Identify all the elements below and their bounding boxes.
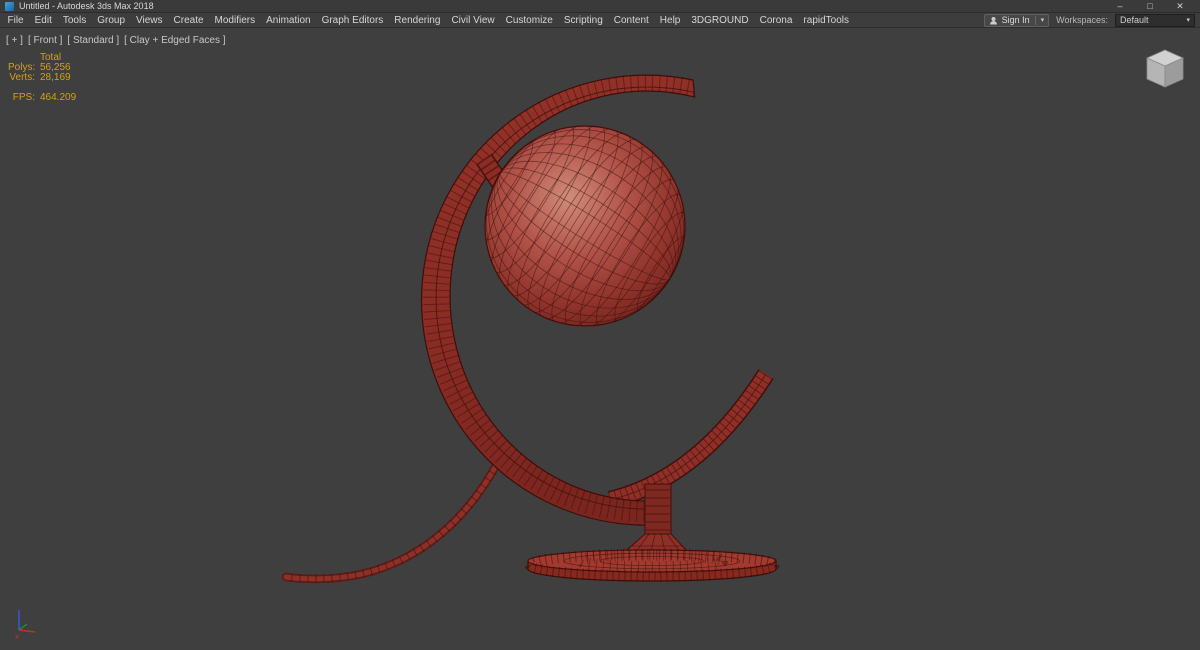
window-controls: – □ ✕	[1105, 0, 1195, 13]
y-axis-icon	[18, 623, 28, 631]
viewport[interactable]: [ + ] [ Front ] [ Standard ] [ Clay + Ed…	[0, 28, 1200, 650]
menu-item-views[interactable]: Views	[131, 13, 169, 28]
viewport-statistics: Total Polys: 56,256 Verts: 28,169 FPS: 4…	[8, 53, 76, 103]
titlebar: Untitled - Autodesk 3ds Max 2018 – □ ✕	[0, 0, 1200, 13]
workspace-selected-value: Default	[1120, 15, 1149, 25]
app-window: Untitled - Autodesk 3ds Max 2018 – □ ✕ F…	[0, 0, 1200, 650]
menu-item-customize[interactable]: Customize	[500, 13, 558, 28]
workspace-select[interactable]: Default ▾	[1115, 13, 1195, 27]
signin-divider	[1034, 15, 1036, 25]
base-stem[interactable]	[644, 483, 672, 537]
3dsmax-app-icon	[5, 1, 14, 11]
viewport-menu-general[interactable]: [ + ]	[6, 35, 23, 46]
menu-item-corona[interactable]: Corona	[754, 13, 798, 28]
minimize-button[interactable]: –	[1105, 0, 1135, 13]
menu-item-help[interactable]: Help	[654, 13, 686, 28]
globe-base[interactable]	[524, 548, 780, 582]
menu-item-group[interactable]: Group	[92, 13, 131, 28]
menubar-right: Sign In ▾ Workspaces: Default ▾	[983, 13, 1200, 27]
chevron-down-icon[interactable]: ▾	[1041, 17, 1045, 24]
viewcube[interactable]	[1136, 44, 1194, 92]
workspaces-label: Workspaces:	[1056, 15, 1108, 25]
chevron-down-icon: ▾	[1186, 16, 1190, 24]
x-axis-icon	[18, 629, 36, 633]
window-title: Untitled - Autodesk 3ds Max 2018	[19, 1, 154, 11]
menu-item-edit[interactable]: Edit	[29, 13, 57, 28]
stats-fps-label: FPS:	[12, 92, 35, 103]
menu-list: File Edit Tools Group Views Create Modif…	[0, 13, 855, 28]
menu-item-file[interactable]: File	[2, 13, 29, 28]
x-axis-label: x	[15, 632, 19, 641]
menubar: File Edit Tools Group Views Create Modif…	[0, 13, 1200, 28]
menu-item-create[interactable]: Create	[168, 13, 209, 28]
viewport-menu-style[interactable]: [ Clay + Edged Faces ]	[124, 35, 225, 46]
stats-fps-value: 464.209	[40, 92, 77, 103]
menu-item-modifiers[interactable]: Modifiers	[209, 13, 261, 28]
support-arm[interactable]	[607, 369, 774, 509]
power-cable[interactable]	[281, 453, 505, 584]
maximize-button[interactable]: □	[1135, 0, 1165, 13]
menu-item-civil-view[interactable]: Civil View	[446, 13, 500, 28]
world-axis-gizmo: x	[15, 610, 36, 641]
menu-item-3dground[interactable]: 3DGROUND	[686, 13, 754, 28]
viewport-menu-pov[interactable]: [ Front ]	[28, 35, 62, 46]
menu-item-graph-editors[interactable]: Graph Editors	[316, 13, 389, 28]
menu-item-tools[interactable]: Tools	[57, 13, 91, 28]
stats-verts-value: 28,169	[40, 72, 71, 83]
viewport-menu-shading[interactable]: [ Standard ]	[67, 35, 119, 46]
sign-in-label: Sign In	[1001, 15, 1030, 25]
sign-in-button[interactable]: Sign In ▾	[983, 13, 1050, 27]
user-icon	[989, 16, 997, 24]
menu-item-content[interactable]: Content	[608, 13, 654, 28]
close-button[interactable]: ✕	[1165, 0, 1195, 13]
scene-canvas[interactable]	[0, 28, 1200, 650]
stats-verts-label: Verts:	[9, 72, 35, 83]
menu-item-scripting[interactable]: Scripting	[558, 13, 608, 28]
menu-item-animation[interactable]: Animation	[261, 13, 316, 28]
viewport-label: [ + ] [ Front ] [ Standard ] [ Clay + Ed…	[6, 35, 226, 46]
menu-item-rendering[interactable]: Rendering	[389, 13, 446, 28]
globe-sphere[interactable]	[446, 87, 725, 366]
menu-item-rapidtools[interactable]: rapidTools	[798, 13, 855, 28]
